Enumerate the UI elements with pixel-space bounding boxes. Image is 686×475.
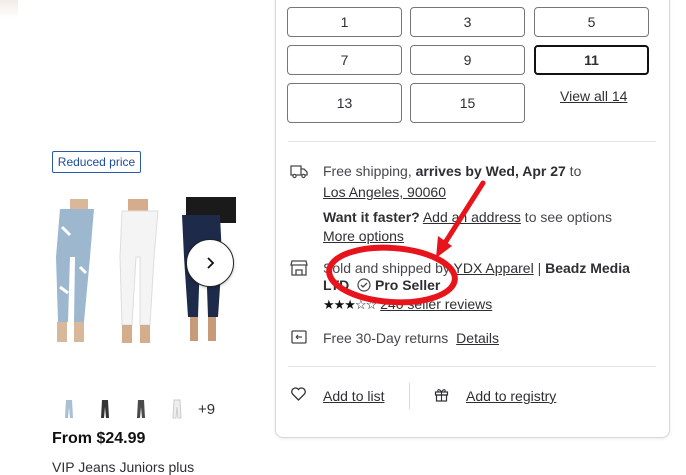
divider xyxy=(288,366,656,367)
reduced-price-badge: Reduced price xyxy=(52,151,141,173)
star-rating: ★★★☆☆ xyxy=(323,297,377,312)
swatch-dark-grey[interactable] xyxy=(132,399,150,419)
store-icon xyxy=(290,260,308,276)
returns-icon xyxy=(291,330,307,344)
gift-icon xyxy=(434,389,449,402)
truck-icon xyxy=(290,165,308,179)
chevron-right-icon xyxy=(207,257,215,269)
more-options-link[interactable]: More options xyxy=(323,228,404,244)
view-all-sizes-link[interactable]: View all 14 xyxy=(560,88,627,104)
seller-reviews-link[interactable]: 240 seller reviews xyxy=(380,296,492,312)
heart-icon xyxy=(291,387,306,401)
seller-rating: ★★★☆☆ 240 seller reviews xyxy=(323,296,492,313)
size-option[interactable]: 9 xyxy=(410,45,525,75)
returns-details-link[interactable]: Details xyxy=(456,330,499,346)
size-option[interactable]: 7 xyxy=(287,45,402,75)
size-option-selected[interactable]: 11 xyxy=(534,45,649,75)
shipping-line: Free shipping, arrives by Wed, Apr 27 to xyxy=(323,163,582,179)
size-option[interactable]: 13 xyxy=(287,83,402,123)
color-swatches: +9 xyxy=(60,398,215,420)
swatch-black[interactable] xyxy=(96,399,114,419)
model-light-jeans xyxy=(56,199,94,342)
size-option[interactable]: 1 xyxy=(287,7,402,37)
product-price: From $24.99 xyxy=(52,430,146,447)
size-option[interactable]: 5 xyxy=(534,7,649,37)
seller-line: Sold and shipped by YDX Apparel | Beadz … xyxy=(323,260,630,276)
seller-line-2: LTD Pro Seller xyxy=(323,277,441,293)
add-to-list-link[interactable]: Add to list xyxy=(323,388,384,404)
divider xyxy=(288,141,656,142)
action-divider xyxy=(409,383,410,409)
returns-line: Free 30-Day returns Details xyxy=(323,330,499,346)
model-white-jeans xyxy=(119,199,159,343)
add-to-registry-link[interactable]: Add to registry xyxy=(466,388,556,404)
more-colors-count[interactable]: +9 xyxy=(198,401,215,418)
seller-link[interactable]: YDX Apparel xyxy=(454,260,534,276)
size-option[interactable]: 15 xyxy=(410,83,525,123)
verified-badge-icon xyxy=(357,278,371,292)
pro-seller-label: Pro Seller xyxy=(374,277,441,293)
mini-thumb xyxy=(0,0,18,18)
faster-line: Want it faster? Add an address to see op… xyxy=(323,209,612,225)
carousel-next-button[interactable] xyxy=(186,239,234,287)
location-link[interactable]: Los Angeles, 90060 xyxy=(323,184,446,200)
add-address-link[interactable]: Add an address xyxy=(423,209,521,225)
swatch-white[interactable] xyxy=(168,399,186,419)
arrival-date: arrives by Wed, Apr 27 xyxy=(415,163,566,179)
swatch-light[interactable] xyxy=(60,399,78,419)
size-option[interactable]: 3 xyxy=(410,7,525,37)
